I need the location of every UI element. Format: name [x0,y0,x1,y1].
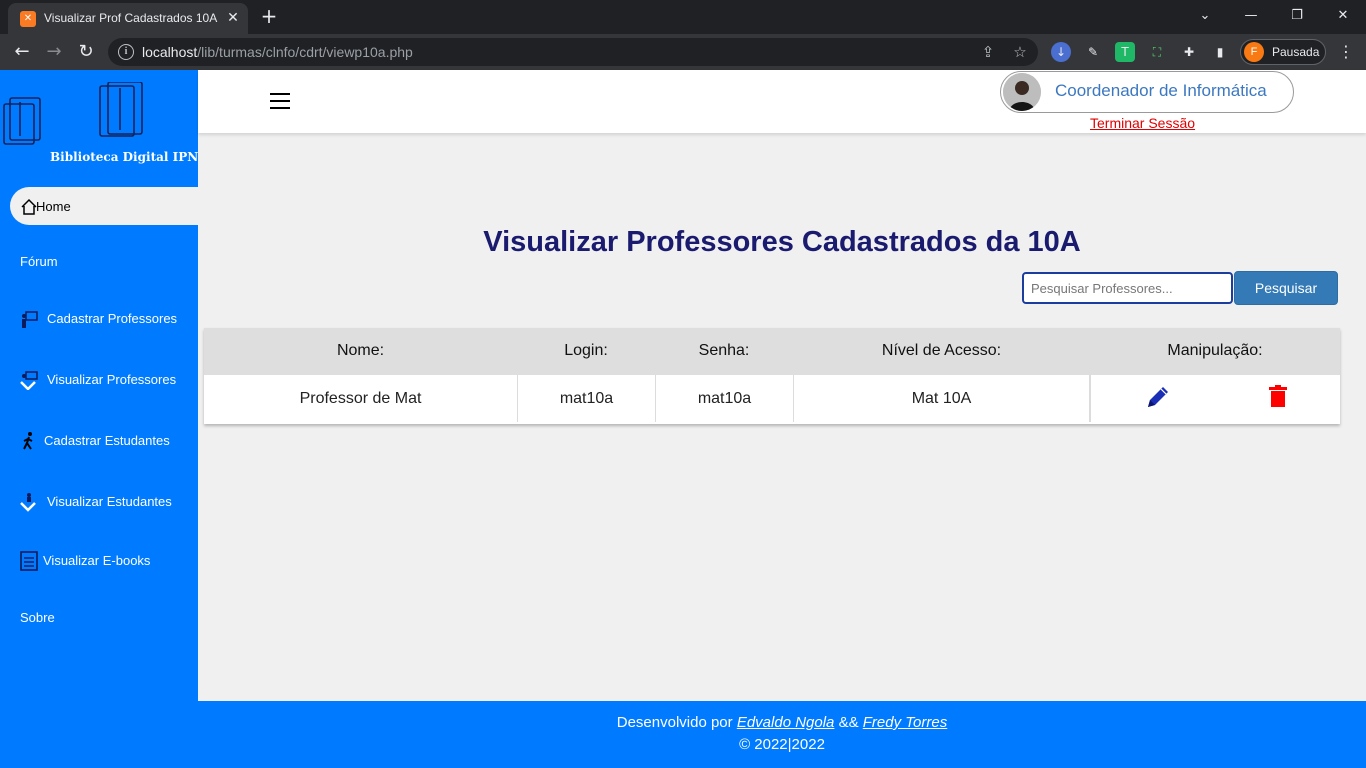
pen-extension-icon[interactable]: ✎ [1083,42,1103,62]
logo-text: Biblioteca Digital IPN [50,150,199,164]
top-header: Coordenador de Informática Terminar Sess… [198,70,1366,133]
browser-tab[interactable]: ✕ Visualizar Prof Cadastrados 10A ✕ [8,3,248,34]
user-name: Coordenador de Informática [1055,81,1267,100]
tab-title: Visualizar Prof Cadastrados 10A [44,11,218,25]
table-header: Nome: Login: Senha: Nível de Acesso: Man… [204,328,1340,375]
search-button[interactable]: Pesquisar [1234,271,1338,305]
bookmark-star-icon[interactable]: ☆ [1010,42,1030,62]
browser-toolbar: ← → ↻ i localhost/lib/turmas/clnfo/cdrt/… [0,34,1366,70]
footer-credits: Desenvolvido por Edvaldo Ngola && Fredy … [616,714,948,731]
page-title: Visualizar Professores Cadastrados da 10… [483,226,1081,258]
sidebar-item-label: Home [36,199,71,214]
share-icon[interactable]: ⇪ [978,42,998,62]
tab-search-icon[interactable]: ⌄ [1182,4,1228,28]
student-view-icon [20,493,36,512]
sidebar-item-label: Cadastrar Estudantes [44,433,170,448]
sidebar-item-label: Visualizar E-books [43,553,151,568]
address-bar[interactable]: i localhost/lib/turmas/clnfo/cdrt/viewp1… [108,38,1038,66]
url-text: localhost/lib/turmas/clnfo/cdrt/viewp10a… [142,44,413,60]
column-header-nivel: Nível de Acesso: [881,342,1002,359]
cell-senha: mat10a [656,375,794,422]
restore-icon[interactable]: ❐ [1274,4,1320,28]
sidebar-item-visualizar-professores[interactable]: Visualizar Professores [10,360,198,398]
teacher-view-icon [20,371,38,390]
table-row: Professor de Mat mat10a mat10a Mat 10A [204,375,1340,422]
close-window-icon[interactable]: ✕ [1320,4,1366,28]
footer: Desenvolvido por Edvaldo Ngola && Fredy … [198,701,1366,768]
sidebar-item-sobre[interactable]: Sobre [10,598,198,636]
browser-menu-icon[interactable]: ⋮ [1336,42,1356,62]
cell-nivel: Mat 10A [794,375,1090,422]
sidebar-item-label: Fórum [20,254,58,269]
sidebar-item-cadastrar-professores[interactable]: Cadastrar Professores [10,299,198,337]
column-header-senha: Senha: [698,342,750,359]
edit-pencil-icon[interactable] [1145,384,1171,410]
xampp-favicon-icon: ✕ [20,11,36,27]
site-info-icon[interactable]: i [118,44,134,60]
ebook-icon [20,551,38,571]
logout-link[interactable]: Terminar Sessão [1090,115,1195,131]
sidebar-item-home[interactable]: Home [10,187,198,225]
reload-icon[interactable]: ↻ [74,40,98,64]
cell-nome: Professor de Mat [204,375,518,422]
column-header-nome: Nome: [336,342,385,359]
profile-status: Pausada [1272,45,1320,59]
delete-trash-icon[interactable] [1269,385,1287,407]
profile-button[interactable]: F Pausada [1240,39,1326,65]
professors-table: Nome: Login: Senha: Nível de Acesso: Man… [204,328,1340,424]
forward-icon[interactable]: → [42,40,66,64]
user-profile-pill[interactable]: Coordenador de Informática [1000,71,1294,113]
logo[interactable]: Biblioteca Digital IPN [0,81,199,164]
minimize-icon[interactable]: — [1228,4,1274,28]
back-icon[interactable]: ← [10,40,34,64]
cell-login: mat10a [518,375,656,422]
sidebar-item-label: Cadastrar Professores [47,311,178,326]
walking-person-icon [23,432,33,450]
sheet-extension-icon[interactable]: T [1115,42,1135,62]
profile-avatar: F [1244,42,1264,62]
new-tab-icon[interactable]: + [258,6,280,28]
sidebar-item-forum[interactable]: Fórum [10,242,198,280]
close-tab-icon[interactable]: ✕ [224,9,242,27]
extensions-puzzle-icon[interactable]: ✚ [1179,42,1199,62]
user-photo-icon [1003,73,1041,111]
hamburger-menu-icon[interactable] [270,93,290,109]
avatar [1003,73,1041,111]
column-header-login: Login: [564,342,608,359]
column-header-manipulacao: Manipulação: [1167,342,1263,359]
sidebar: Biblioteca Digital IPN Home Fórum Cadast… [0,70,198,768]
side-panel-icon[interactable]: ▮ [1210,42,1230,62]
cell-actions [1090,375,1340,422]
sidebar-item-label: Visualizar Estudantes [47,494,172,509]
sidebar-item-label: Visualizar Professores [47,372,177,387]
download-extension-icon[interactable]: ↓ [1051,42,1071,62]
footer-copyright: © 2022|2022 [739,736,825,753]
author-link-2[interactable]: Fredy Torres [863,714,947,731]
sidebar-item-visualizar-ebooks[interactable]: Visualizar E-books [10,541,198,579]
sidebar-item-label: Sobre [20,610,55,625]
browser-tab-strip: ✕ Visualizar Prof Cadastrados 10A ✕ + ⌄ … [0,0,1366,34]
screenshot-extension-icon[interactable]: ⛶ [1147,42,1167,62]
search-input[interactable] [1022,272,1233,304]
author-link-1[interactable]: Edvaldo Ngola [737,714,835,731]
teacher-board-icon [22,311,38,328]
sidebar-item-visualizar-estudantes[interactable]: Visualizar Estudantes [10,482,198,520]
sidebar-item-cadastrar-estudantes[interactable]: Cadastrar Estudantes [10,421,198,459]
